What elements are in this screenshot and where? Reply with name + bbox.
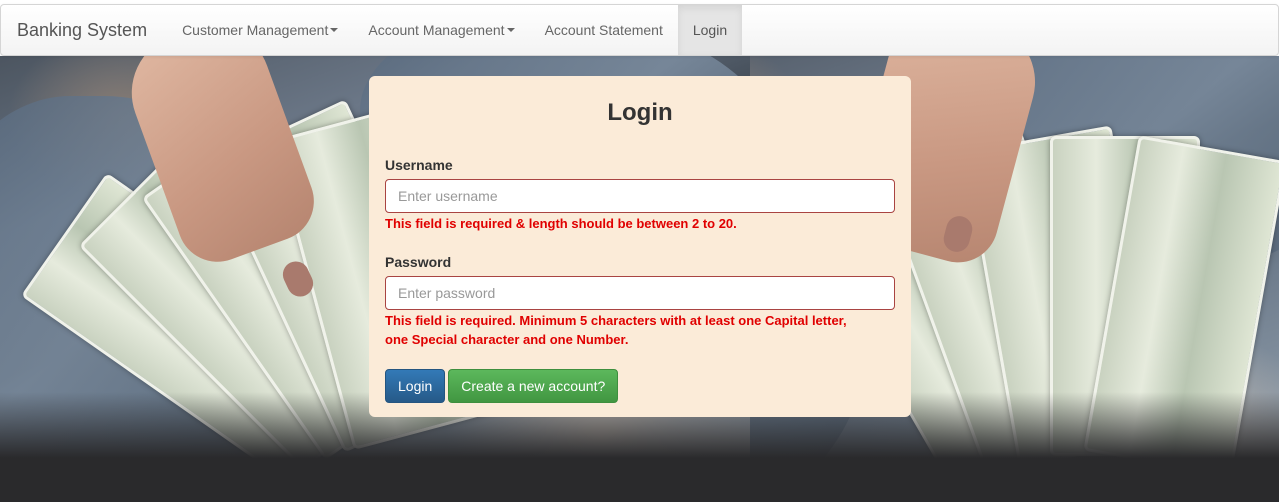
nav-account-management[interactable]: Account Management: [353, 5, 529, 55]
nav-customer-management-label: Customer Management: [182, 22, 329, 38]
nav-customer-management[interactable]: Customer Management: [167, 5, 353, 55]
password-error-line-2: one Special character and one Number.: [385, 332, 629, 347]
username-error: This field is required & length should b…: [385, 216, 737, 231]
nav-login[interactable]: Login: [677, 5, 743, 55]
password-error-line-1: This field is required. Minimum 5 charac…: [385, 313, 847, 328]
form-buttons: Login Create a new account?: [385, 369, 895, 403]
username-input[interactable]: [385, 179, 895, 213]
caret-down-icon: [506, 28, 515, 32]
nav-account-statement[interactable]: Account Statement: [530, 5, 678, 55]
nav-account-management-label: Account Management: [368, 22, 505, 38]
username-label: Username: [385, 157, 453, 173]
brand-link[interactable]: Banking System: [1, 5, 163, 55]
password-error: This field is required. Minimum 5 charac…: [385, 311, 895, 349]
password-input[interactable]: [385, 276, 895, 310]
login-title: Login: [607, 99, 673, 126]
login-card: Login Username This field is required & …: [369, 76, 911, 417]
top-navbar: Banking System Customer Management Accou…: [0, 4, 1279, 56]
caret-down-icon: [330, 28, 339, 32]
login-button[interactable]: Login: [385, 369, 446, 403]
password-label: Password: [385, 254, 452, 270]
create-account-button[interactable]: Create a new account?: [448, 369, 619, 403]
